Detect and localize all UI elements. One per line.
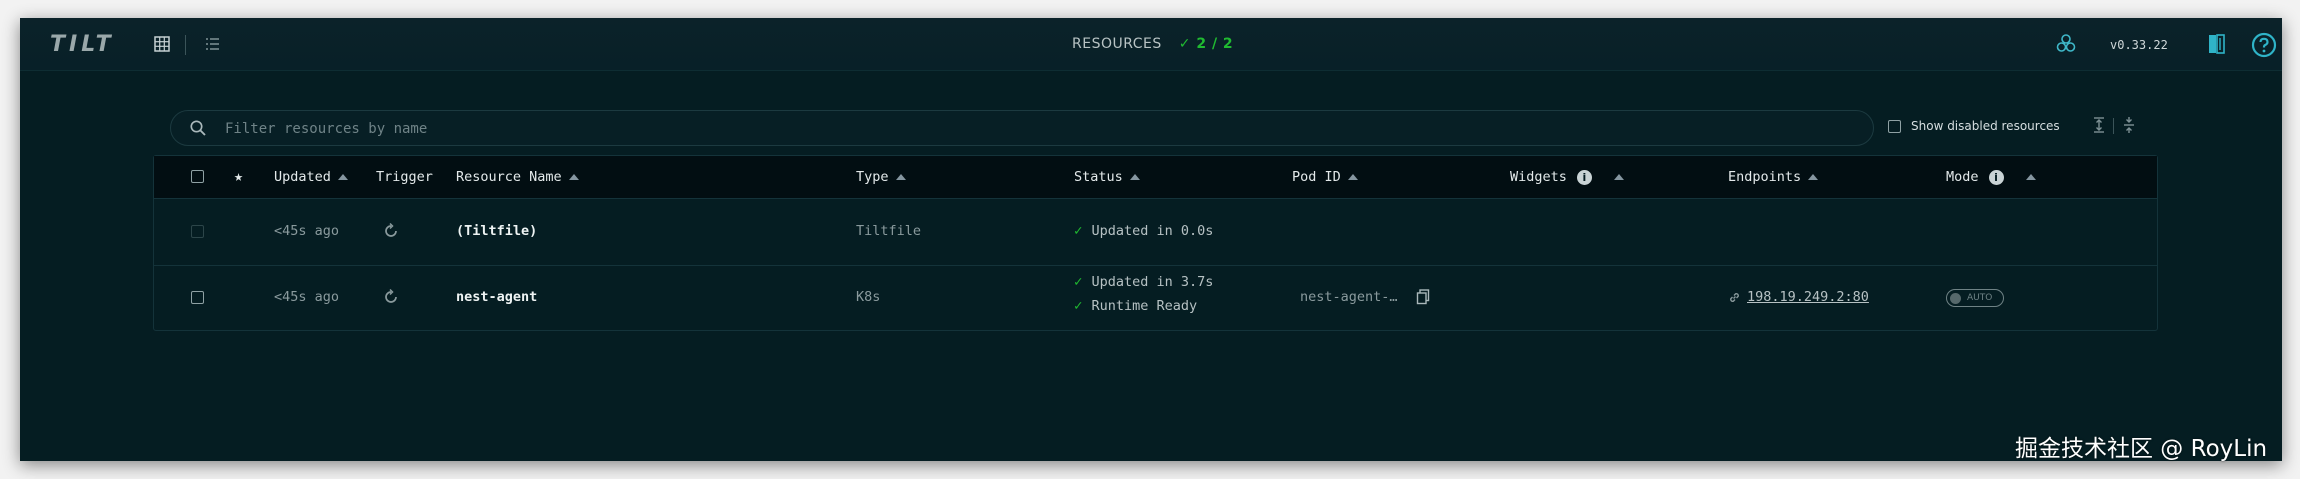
status-cell: ✓ Updated in 0.0s [1074, 223, 1213, 239]
sort-icon [1613, 174, 1624, 180]
column-label: Updated [274, 169, 331, 185]
help-icon [2251, 32, 2277, 58]
filter-input[interactable] [223, 115, 1827, 143]
tilt-logo[interactable]: TILT [50, 32, 115, 57]
resource-table: ★ Updated Trigger Resource Name Type Sta… [153, 155, 2158, 331]
type-cell: Tiltfile [856, 223, 922, 239]
trigger-button[interactable] [382, 288, 400, 306]
endpoint-cell: 198.19.249.2:80 [1728, 289, 1869, 305]
column-label: Resource Name [456, 169, 562, 185]
snapshot-icon [2056, 34, 2076, 52]
toggle-knob [1950, 292, 1961, 304]
column-label: Type [856, 169, 889, 185]
resource-name[interactable]: (Tiltfile) [456, 223, 537, 239]
view-separator [185, 35, 186, 55]
trigger-button[interactable] [382, 222, 400, 240]
table-header: ★ Updated Trigger Resource Name Type Sta… [154, 156, 2157, 199]
status-text: Updated in 0.0s [1091, 223, 1214, 239]
expand-all-button[interactable] [2092, 116, 2106, 138]
column-header-resource-name[interactable]: Resource Name [456, 169, 579, 185]
updated-cell: <45s ago [274, 289, 340, 305]
expand-separator [2113, 118, 2114, 134]
version-label: v0.33.22 [2110, 38, 2168, 52]
status-cell: ✓ Updated in 3.7s ✓ Runtime Ready [1074, 274, 1213, 314]
grid-icon [154, 36, 170, 52]
show-disabled-checkbox[interactable] [1888, 119, 1901, 133]
info-icon[interactable]: i [1988, 169, 2004, 185]
link-icon [1730, 292, 1739, 302]
collapse-icon [2124, 117, 2134, 133]
table-row[interactable]: <45s ago nest-agent K8s ✓ Updated in 3.7s… [154, 266, 2157, 330]
column-label: Trigger [376, 169, 433, 185]
list-view-button[interactable] [200, 32, 224, 56]
sort-icon [1129, 174, 1140, 180]
help-button[interactable] [2250, 31, 2278, 59]
expand-icon [2094, 117, 2104, 133]
refresh-icon [385, 222, 397, 237]
column-label: Widgets [1510, 169, 1567, 185]
watermark: 掘金技术社区 @ RoyLin [2015, 436, 2268, 462]
column-header-type[interactable]: Type [856, 169, 906, 185]
sort-icon [1347, 174, 1358, 180]
column-header-trigger[interactable]: Trigger [376, 169, 433, 185]
column-header-widgets[interactable]: Widgets i [1510, 169, 1624, 185]
column-header-endpoints[interactable]: Endpoints [1728, 169, 1819, 185]
table-row[interactable]: <45s ago (Tiltfile) Tiltfile ✓ Updated in… [154, 199, 2157, 266]
column-header-updated[interactable]: Updated [274, 169, 348, 185]
resources-summary: RESOURCES ✓ 2 / 2 [1072, 36, 1233, 52]
check-icon: ✓ [1074, 274, 1083, 290]
sort-icon [2025, 174, 2036, 180]
column-header-pod-id[interactable]: Pod ID [1292, 169, 1358, 185]
refresh-icon [385, 288, 397, 303]
endpoint-link[interactable]: 198.19.249.2:80 [1747, 289, 1869, 305]
check-icon: ✓ [1074, 298, 1083, 314]
column-header-mode[interactable]: Mode i [1946, 169, 2036, 185]
top-bar: TILT RESOURCES ✓ 2 / 2 v0.33.22 [20, 18, 2282, 71]
resources-label: RESOURCES [1072, 36, 1162, 52]
list-icon [206, 38, 219, 50]
sort-icon [568, 174, 579, 180]
column-label: Status [1074, 169, 1123, 185]
check-icon: ✓ [1074, 223, 1083, 239]
show-disabled-label: Show disabled resources [1911, 119, 2060, 133]
column-label: Endpoints [1728, 169, 1802, 185]
collapse-all-button[interactable] [2122, 116, 2136, 138]
snapshot-button[interactable] [2053, 31, 2079, 57]
row-checkbox [191, 225, 204, 238]
mode-cell: AUTO [1946, 289, 2004, 307]
status-text: Updated in 3.7s [1091, 274, 1214, 290]
resource-filter[interactable] [170, 110, 1874, 146]
status-line: ✓ Updated in 0.0s [1074, 223, 1213, 239]
pod-id-text: nest-agent-… [1300, 289, 1398, 305]
copy-icon[interactable] [1416, 289, 1430, 305]
column-header-status[interactable]: Status [1074, 169, 1140, 185]
docs-button[interactable] [2204, 31, 2230, 57]
resources-count-value: 2 / 2 [1196, 36, 1234, 52]
sort-icon [337, 174, 348, 180]
search-icon [190, 120, 206, 136]
status-line: ✓ Updated in 3.7s [1074, 274, 1213, 290]
auto-mode-label: AUTO [1967, 293, 1993, 303]
resource-name[interactable]: nest-agent [456, 289, 537, 305]
book-icon [2209, 34, 2225, 54]
column-label: Mode [1946, 169, 1979, 185]
status-line: ✓ Runtime Ready [1074, 298, 1197, 314]
type-cell: K8s [856, 289, 881, 305]
show-disabled-toggle[interactable]: Show disabled resources [1888, 119, 2060, 133]
status-text: Runtime Ready [1091, 298, 1198, 314]
grid-view-button[interactable] [150, 32, 174, 56]
tilt-window: TILT RESOURCES ✓ 2 / 2 v0.33.22 Filter r… [20, 18, 2282, 461]
column-label: Pod ID [1292, 169, 1341, 185]
info-icon[interactable]: i [1576, 169, 1592, 185]
updated-cell: <45s ago [274, 223, 340, 239]
sort-icon [895, 174, 906, 180]
sort-icon [1808, 174, 1819, 180]
star-column-header[interactable]: ★ [234, 167, 243, 185]
pod-id-cell: nest-agent-… [1300, 289, 1430, 305]
row-checkbox[interactable] [191, 291, 204, 304]
resources-count: ✓ 2 / 2 [1178, 36, 1234, 52]
select-all-checkbox[interactable] [191, 170, 204, 183]
auto-mode-toggle[interactable]: AUTO [1946, 289, 2004, 307]
